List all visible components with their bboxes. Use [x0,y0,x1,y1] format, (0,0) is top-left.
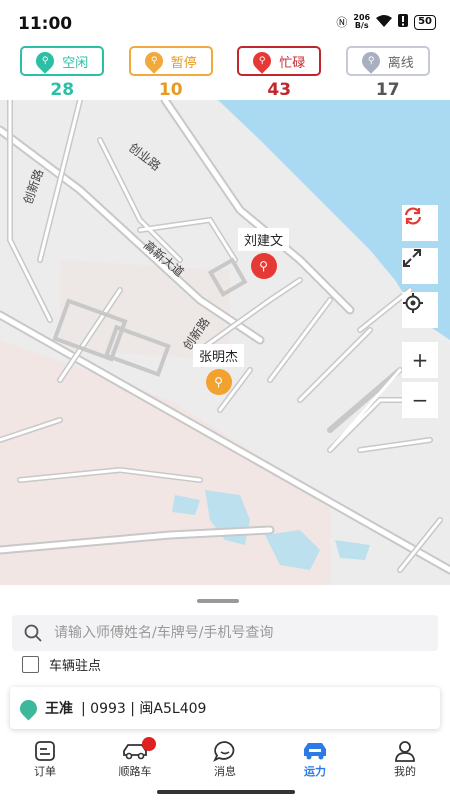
refresh-button[interactable] [402,205,438,241]
search-bar[interactable] [12,615,438,651]
scooter-pin-icon: ⚲ [250,253,277,279]
driver-card[interactable]: 王准 | 0993 | 闽A5L409 [10,687,440,729]
parking-checkbox[interactable] [22,656,39,673]
chip-idle[interactable]: ⚲ 空闲 [20,46,105,76]
chip-count: 17 [375,80,400,100]
home-indicator[interactable] [157,790,295,794]
tab-carpool[interactable]: 顺路车 [90,735,180,785]
nfc-icon: Ⓝ [336,16,348,29]
zoom-in-icon: + [411,348,429,372]
car-icon [90,739,180,763]
chip-label: 暂停 [170,55,197,71]
tab-capacity[interactable]: 运力 [270,735,360,785]
chip-label: 离线 [387,55,414,71]
tab-label: 订单 [34,765,56,778]
chip-label: 忙碌 [279,55,306,71]
tab-profile[interactable]: 我的 [360,735,450,785]
tab-label: 我的 [394,765,416,778]
locate-icon [403,293,423,313]
map-view[interactable]: 创业路 高新大道 创新路 创新路 刘建文 ⚲ 张明杰 ⚲ + − [0,100,450,585]
tab-label: 运力 [304,765,326,778]
battery-indicator: 50 [414,14,436,30]
sheet-handle[interactable] [197,599,239,603]
scooter-pin-icon: ⚲ [358,48,384,74]
status-filter-bar: ⚲ 空闲 28 ⚲ 暂停 10 ⚲ 忙碌 43 ⚲ 离线 17 [0,46,450,100]
network-speed: 206 B/s [353,14,370,30]
marker-name: 张明杰 [193,344,245,367]
chip-count: 10 [158,80,183,100]
scooter-pin-icon: ⚲ [141,48,167,74]
chip-offline[interactable]: ⚲ 离线 [345,46,430,76]
status-time: 11:00 [18,14,73,34]
scooter-pin-icon [16,695,41,721]
parking-label: 车辆驻点 [49,659,102,674]
wifi-icon [376,14,393,30]
bottom-tab-bar: 订单 顺路车 消息 运力 我的 [0,735,450,785]
chip-label: 空闲 [62,55,89,71]
alert-icon [398,14,409,30]
chip-busy[interactable]: ⚲ 忙碌 [237,46,322,76]
status-icons: Ⓝ 206 B/s 50 [336,14,436,30]
marker-name: 刘建文 [238,228,290,251]
filter-paused[interactable]: ⚲ 暂停 10 [128,46,213,100]
tab-orders[interactable]: 订单 [0,735,90,785]
expand-icon [403,249,421,267]
driver-marker-busy[interactable]: 刘建文 ⚲ [238,228,290,279]
search-input[interactable] [54,625,414,641]
capacity-icon [270,739,360,763]
profile-icon [360,739,450,763]
locate-button[interactable] [402,292,438,328]
filter-offline[interactable]: ⚲ 离线 17 [345,46,430,100]
tab-label: 顺路车 [118,765,152,778]
scooter-pin-icon: ⚲ [205,369,232,395]
status-bar: 11:00 Ⓝ 206 B/s 50 [0,0,450,42]
notification-badge [142,737,156,751]
zoom-in-button[interactable]: + [402,342,438,378]
chip-paused[interactable]: ⚲ 暂停 [128,46,213,76]
fullscreen-button[interactable] [402,248,438,284]
message-icon [180,739,270,763]
search-icon [24,624,42,642]
driver-name: 王准 [45,701,73,717]
chip-count: 43 [267,80,292,100]
driver-info: | 0993 | 闽A5L409 [81,701,207,717]
scooter-pin-icon: ⚲ [249,48,275,74]
zoom-out-icon: − [411,388,429,412]
tab-messages[interactable]: 消息 [180,735,270,785]
parking-toggle[interactable]: 车辆驻点 [22,655,101,674]
tab-label: 消息 [214,765,236,778]
bottom-sheet: 车辆驻点 王准 | 0993 | 闽A5L409 [0,585,450,735]
order-icon [0,739,90,763]
map-canvas [0,100,450,585]
chip-count: 28 [50,80,75,100]
zoom-out-button[interactable]: − [402,382,438,418]
refresh-icon [404,207,422,225]
filter-idle[interactable]: ⚲ 空闲 28 [20,46,105,100]
filter-busy[interactable]: ⚲ 忙碌 43 [237,46,322,100]
scooter-pin-icon: ⚲ [32,48,58,74]
driver-marker-paused[interactable]: 张明杰 ⚲ [193,344,245,395]
network-speed-unit: B/s [354,21,369,30]
